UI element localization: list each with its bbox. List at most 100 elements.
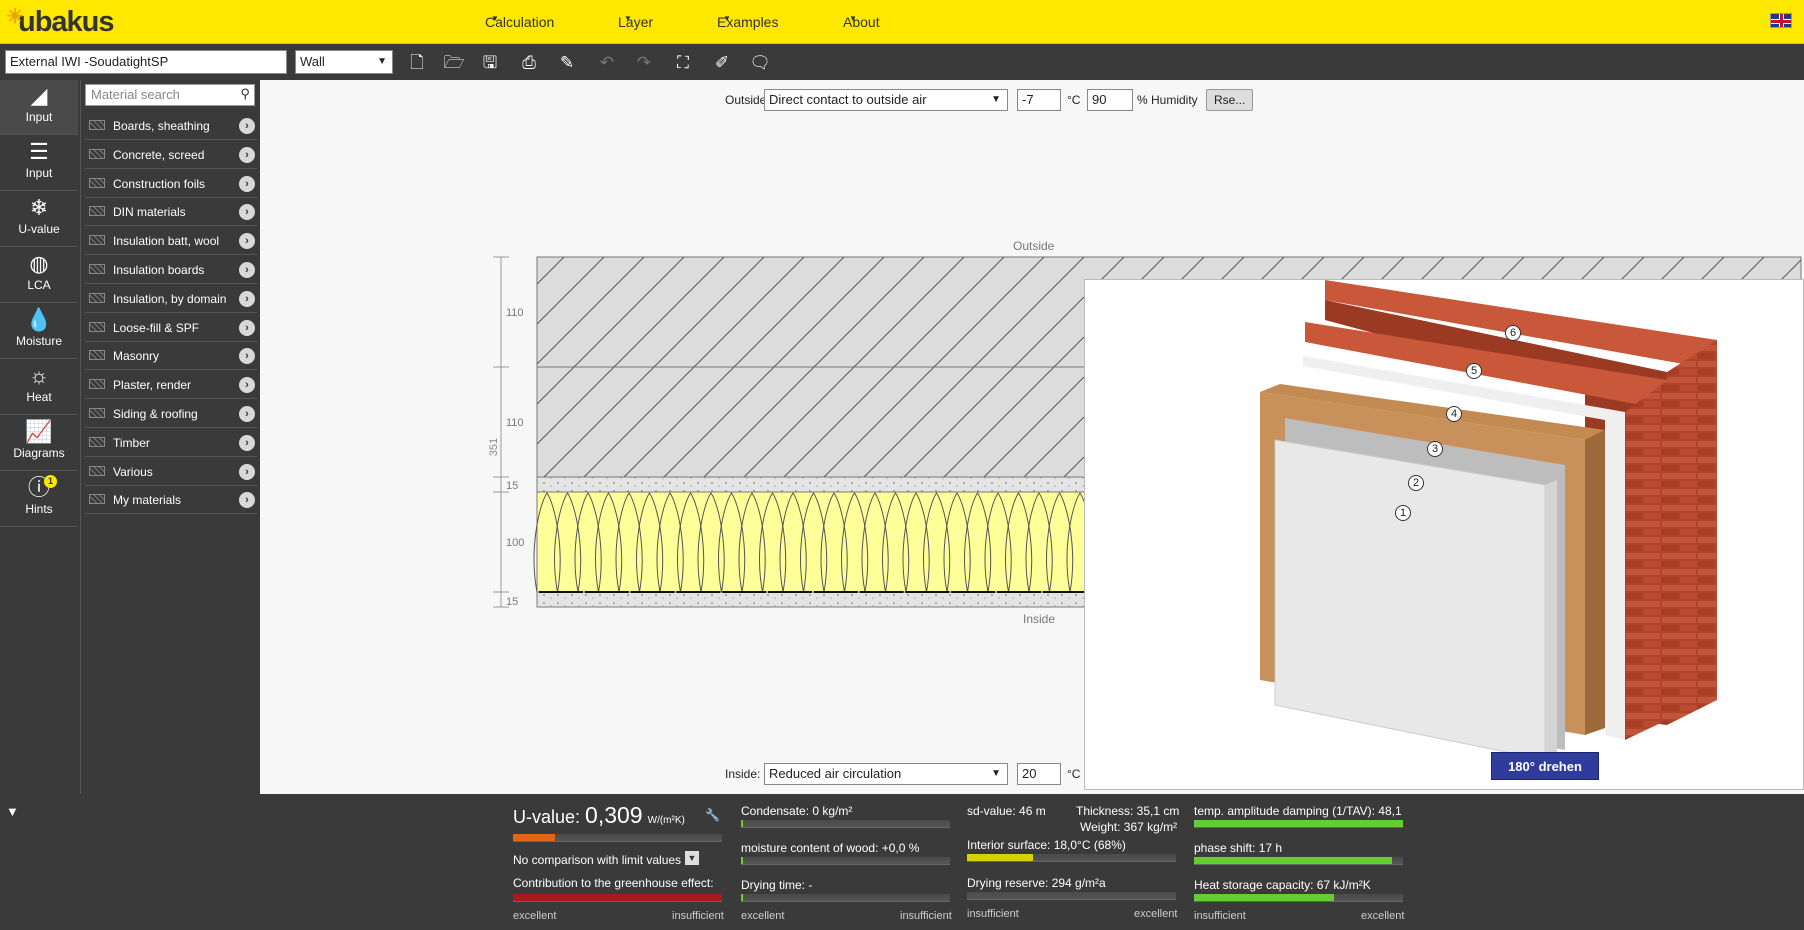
redo-icon[interactable]: ↷ bbox=[633, 52, 655, 74]
drying-time-bar bbox=[741, 894, 950, 902]
material-pattern-icon bbox=[89, 494, 105, 505]
edit-icon[interactable]: ✎ bbox=[556, 52, 578, 74]
sidebar-item-hints[interactable]: ⓘ Hints 1 bbox=[0, 472, 78, 527]
scale-excellent: excellent bbox=[1361, 910, 1405, 922]
save-icon[interactable]: 🖫 bbox=[479, 52, 501, 74]
phase-shift-bar bbox=[1194, 857, 1403, 865]
chevron-right-icon[interactable]: › bbox=[239, 434, 255, 451]
sidebar-item-heat[interactable]: ☼ Heat bbox=[0, 360, 78, 415]
thickness-text: Thickness: 35,1 cm bbox=[1076, 804, 1180, 818]
uk-flag-icon[interactable] bbox=[1770, 13, 1792, 28]
material-category-item[interactable]: Insulation boards › bbox=[85, 256, 257, 284]
material-category-item[interactable]: Insulation, by domain › bbox=[85, 285, 257, 313]
brush-icon[interactable]: ✐ bbox=[711, 52, 733, 74]
chevron-right-icon[interactable]: › bbox=[239, 377, 255, 394]
chevron-right-icon[interactable]: › bbox=[239, 118, 255, 134]
interior-surface-text: Interior surface: 18,0°C (68%) bbox=[967, 838, 1126, 852]
wrench-icon[interactable]: 🔧 bbox=[705, 808, 720, 822]
drying-time-text: Drying time: - bbox=[741, 878, 813, 892]
chevron-right-icon[interactable]: › bbox=[239, 463, 255, 480]
material-category-item[interactable]: Loose-fill & SPF › bbox=[85, 314, 257, 342]
chevron-right-icon[interactable]: › bbox=[239, 146, 255, 163]
material-category-item[interactable]: Insulation batt, wool › bbox=[85, 227, 257, 256]
sun-logo-icon: ☀ bbox=[6, 6, 24, 28]
scale-insufficient: insufficient bbox=[967, 908, 1019, 920]
material-category-item[interactable]: Timber › bbox=[85, 429, 257, 457]
fit-screen-icon[interactable]: ⛶ bbox=[672, 52, 694, 74]
sidebar-item-u-value[interactable]: ❄ U-value bbox=[0, 192, 78, 247]
3d-model-popup[interactable]: 1 2 3 4 5 6 180° drehen bbox=[1084, 279, 1804, 790]
material-category-item[interactable]: Various › bbox=[85, 458, 257, 486]
layer-number-marker[interactable]: 2 bbox=[1408, 475, 1424, 491]
temp-amplitude-bar bbox=[1194, 820, 1403, 828]
layer-number-marker[interactable]: 5 bbox=[1466, 363, 1482, 379]
sidebar-item-input-layers[interactable]: ☰ Input bbox=[0, 136, 78, 191]
layer-number-marker[interactable]: 3 bbox=[1427, 441, 1443, 457]
material-search-input[interactable]: Material search ⚲ bbox=[85, 84, 255, 106]
material-pattern-icon bbox=[89, 264, 105, 274]
u-value-display: U-value: 0,309 W/(m²K) bbox=[513, 802, 685, 828]
chevron-right-icon[interactable]: › bbox=[239, 175, 255, 192]
material-category-item[interactable]: Siding & roofing › bbox=[85, 400, 257, 428]
heat-storage-bar bbox=[1194, 894, 1403, 902]
construction-type-select[interactable]: Wall ▼ bbox=[295, 50, 393, 74]
chevron-right-icon[interactable]: › bbox=[239, 262, 255, 278]
layer-number-marker[interactable]: 6 bbox=[1505, 325, 1521, 341]
caret-icon: ▼ bbox=[624, 14, 632, 23]
layer-thickness-label: 15 bbox=[506, 596, 518, 608]
search-icon[interactable]: ⚲ bbox=[240, 86, 250, 102]
results-bar: ▼ U-value: 0,309 W/(m²K) 🔧 No comparison… bbox=[0, 794, 1804, 930]
chevron-right-icon[interactable]: › bbox=[239, 233, 255, 250]
sidebar-item-input-slope[interactable]: ◢ Input bbox=[0, 80, 78, 135]
globe-icon: ◍ bbox=[29, 251, 49, 276]
project-name-input[interactable]: External IWI -SoudatightSP bbox=[5, 50, 287, 74]
sd-value-text: sd-value: 46 m bbox=[967, 804, 1046, 818]
layer-number-marker[interactable]: 4 bbox=[1446, 406, 1462, 422]
chevron-right-icon[interactable]: › bbox=[239, 492, 255, 509]
thermometer-icon: ❄ bbox=[29, 195, 49, 220]
collapse-icon[interactable]: ▼ bbox=[6, 804, 19, 819]
section-outside-label: Outside bbox=[1013, 239, 1055, 253]
inside-temperature-input[interactable]: 20 bbox=[1017, 763, 1061, 785]
scale-insufficient: insufficient bbox=[1194, 910, 1246, 922]
comparison-text: No comparison with limit values bbox=[513, 853, 682, 867]
new-file-icon[interactable]: 🗋 bbox=[406, 52, 428, 74]
chevron-right-icon[interactable]: › bbox=[239, 348, 255, 365]
comment-icon[interactable]: 🗨 bbox=[749, 52, 771, 74]
chevron-right-icon[interactable]: › bbox=[239, 319, 255, 336]
interior-surface-bar bbox=[967, 854, 1176, 862]
sidebar-item-diagrams[interactable]: 📈 Diagrams bbox=[0, 416, 78, 471]
total-thickness-label: 351 bbox=[488, 438, 500, 456]
chevron-right-icon[interactable]: › bbox=[239, 406, 255, 422]
pdf-icon[interactable]: ⎙ bbox=[518, 52, 540, 74]
open-folder-icon[interactable]: 🗁 bbox=[443, 52, 465, 74]
chevron-right-icon[interactable]: › bbox=[239, 290, 255, 307]
rotate-180-button[interactable]: 180° drehen bbox=[1491, 752, 1599, 780]
chevron-right-icon[interactable]: › bbox=[239, 204, 255, 221]
scale-excellent: excellent bbox=[513, 910, 557, 922]
sidebar-item-moisture[interactable]: 💧 Moisture bbox=[0, 304, 78, 359]
material-pattern-icon bbox=[89, 292, 105, 303]
material-category-item[interactable]: Construction foils › bbox=[85, 170, 257, 198]
material-category-item[interactable]: Concrete, screed › bbox=[85, 141, 257, 169]
material-category-item[interactable]: Masonry › bbox=[85, 342, 257, 371]
material-category-item[interactable]: DIN materials › bbox=[85, 198, 257, 227]
material-category-item[interactable]: Plaster, render › bbox=[85, 371, 257, 400]
greenhouse-label: Contribution to the greenhouse effect: bbox=[513, 876, 714, 890]
inside-condition-select[interactable]: Reduced air circulation ▼ bbox=[764, 763, 1008, 785]
layer-number-marker[interactable]: 1 bbox=[1395, 505, 1411, 521]
material-category-item[interactable]: Boards, sheathing › bbox=[85, 112, 257, 140]
material-pattern-icon bbox=[89, 235, 105, 246]
caret-icon: ▼ bbox=[491, 14, 499, 23]
layer-thickness-label: 110 bbox=[506, 307, 524, 319]
comparison-dropdown-icon[interactable]: ▼ bbox=[685, 851, 699, 865]
ubakus-logo[interactable]: ☀ ubakus bbox=[6, 6, 115, 39]
material-category-item[interactable]: My materials › bbox=[85, 486, 257, 515]
heat-storage-text: Heat storage capacity: 67 kJ/m²K bbox=[1194, 878, 1371, 892]
sidebar-item-lca[interactable]: ◍ LCA bbox=[0, 248, 78, 303]
undo-icon[interactable]: ↶ bbox=[596, 52, 618, 74]
material-pattern-icon bbox=[89, 379, 105, 390]
drying-reserve-text: Drying reserve: 294 g/m²a bbox=[967, 876, 1106, 890]
left-sidebar: ◢ Input ☰ Input ❄ U-value ◍ LCA 💧 Moisture ☼ H… bbox=[0, 80, 80, 794]
weight-text: Weight: 367 kg/m² bbox=[1080, 820, 1178, 834]
